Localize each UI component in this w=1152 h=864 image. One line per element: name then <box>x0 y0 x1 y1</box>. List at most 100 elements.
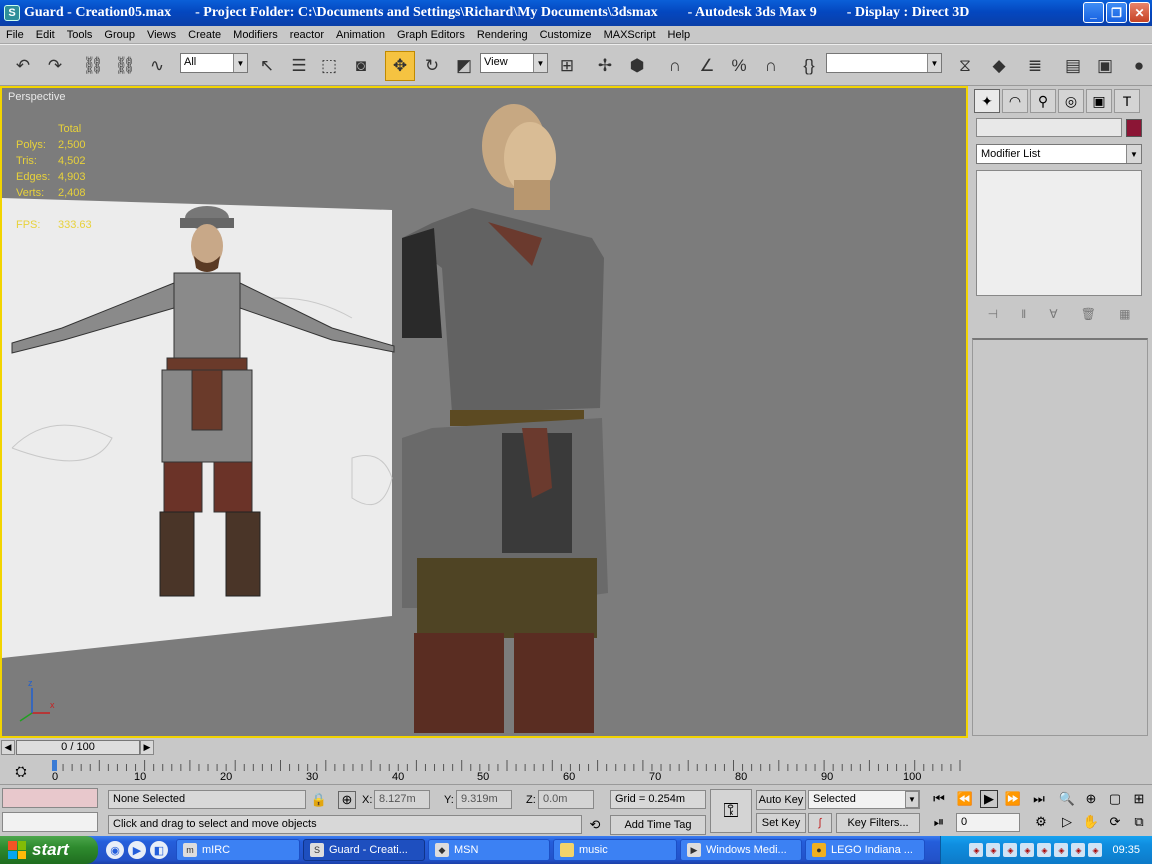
zoom-icon[interactable]: 🔍 <box>1058 790 1076 808</box>
menu-views[interactable]: Views <box>141 29 182 41</box>
track-bar[interactable]: ⛭ 0 10 20 30 40 50 60 70 80 90 100 <box>0 758 968 784</box>
start-button[interactable]: start <box>0 836 98 864</box>
go-to-end-icon[interactable]: ⏭ <box>1030 790 1048 808</box>
snaps-toggle-icon[interactable]: ∩ <box>660 51 690 81</box>
undo-icon[interactable]: ↶ <box>8 51 38 81</box>
play-icon[interactable]: ▶ <box>980 790 998 808</box>
menu-edit[interactable]: Edit <box>30 29 61 41</box>
unlink-selection-icon[interactable]: ⛓ <box>110 51 140 81</box>
menu-animation[interactable]: Animation <box>330 29 391 41</box>
tray-app-icon[interactable]: ◈ <box>1020 843 1035 857</box>
maximize-viewport-icon[interactable]: ⧉ <box>1130 813 1148 831</box>
show-end-result-icon[interactable]: ‖ <box>1021 307 1026 321</box>
auto-key-button[interactable]: Auto Key <box>756 790 806 810</box>
menu-customize[interactable]: Customize <box>534 29 598 41</box>
absolute-relative-toggle-icon[interactable]: ⊕ <box>338 791 356 809</box>
angle-snap-icon[interactable]: ∠ <box>692 51 722 81</box>
tray-app-icon[interactable]: ◈ <box>1054 843 1069 857</box>
tray-app-icon[interactable]: ◈ <box>1037 843 1052 857</box>
percent-snap-icon[interactable]: % <box>724 51 754 81</box>
tray-app-icon[interactable]: ◈ <box>1003 843 1018 857</box>
hierarchy-tab-icon[interactable]: ⚲ <box>1030 89 1056 113</box>
zoom-extents-icon[interactable]: ▢ <box>1106 790 1124 808</box>
named-selection-dropdown[interactable]: ▼ <box>826 53 942 73</box>
mirror-icon[interactable]: ⧖ <box>950 51 980 81</box>
menu-rendering[interactable]: Rendering <box>471 29 534 41</box>
select-and-rotate-icon[interactable]: ↻ <box>417 51 447 81</box>
keyboard-shortcut-override-icon[interactable]: ⬢ <box>622 51 652 81</box>
key-mode-toggle-icon[interactable]: ⏯ <box>930 813 948 831</box>
selection-filter-dropdown[interactable]: All ▼ <box>180 53 248 73</box>
viewport-label[interactable]: Perspective <box>8 91 65 103</box>
create-tab-icon[interactable]: ✦ <box>974 89 1000 113</box>
lock-selection-icon[interactable]: 🔒 <box>310 791 328 809</box>
firefox-icon[interactable]: ◉ <box>106 841 124 859</box>
go-to-start-icon[interactable]: ⏮ <box>930 790 948 808</box>
desktop-icon[interactable]: ◧ <box>150 841 168 859</box>
z-coord-field[interactable]: 0.0m <box>538 790 594 809</box>
field-of-view-icon[interactable]: ▷ <box>1058 813 1076 831</box>
pan-view-icon[interactable]: ✋ <box>1082 813 1100 831</box>
configure-modifier-sets-icon[interactable]: ▦ <box>1119 307 1130 321</box>
object-name-field[interactable] <box>976 118 1122 137</box>
menu-modifiers[interactable]: Modifiers <box>227 29 284 41</box>
restore-button[interactable]: ❐ <box>1106 2 1127 23</box>
make-unique-icon[interactable]: ∀ <box>1049 307 1057 321</box>
set-key-icon[interactable]: ⚿ <box>710 789 752 833</box>
previous-key-icon[interactable]: ⏪ <box>956 790 974 808</box>
select-by-name-icon[interactable]: ☰ <box>284 51 314 81</box>
tray-app-icon[interactable]: ◈ <box>1071 843 1086 857</box>
menu-graph-editors[interactable]: Graph Editors <box>391 29 471 41</box>
taskbar-item-windows-media[interactable]: ▶ Windows Medi... <box>680 839 802 861</box>
arc-rotate-icon[interactable]: ⟳ <box>1106 813 1124 831</box>
menu-create[interactable]: Create <box>182 29 227 41</box>
key-mode-dropdown-arrow-icon[interactable]: ▼ <box>905 791 919 808</box>
zoom-all-icon[interactable]: ⊕ <box>1082 790 1100 808</box>
minimize-button[interactable]: _ <box>1083 2 1104 23</box>
key-filters-button[interactable]: Key Filters... <box>836 813 920 833</box>
previous-frame-icon[interactable]: ◀ <box>1 740 15 755</box>
modifier-list-dropdown[interactable]: Modifier List ▼ <box>976 144 1142 164</box>
select-object-icon[interactable]: ↖ <box>252 51 282 81</box>
select-and-manipulate-icon[interactable]: ✢ <box>590 51 620 81</box>
motion-tab-icon[interactable]: ◎ <box>1058 89 1084 113</box>
align-icon[interactable]: ◆ <box>984 51 1014 81</box>
taskbar-item-3dsmax[interactable]: S Guard - Creati... <box>303 839 425 861</box>
time-slider-thumb[interactable]: 0 / 100 <box>16 740 140 755</box>
key-mode-dropdown[interactable]: Selected <box>808 790 920 809</box>
y-coord-field[interactable]: 9.319m <box>456 790 512 809</box>
mini-curve-editor-icon[interactable]: ⛭ <box>10 761 32 781</box>
select-and-scale-icon[interactable]: ◩ <box>449 51 479 81</box>
guard-3d-model[interactable] <box>402 104 608 733</box>
add-time-tag-button[interactable]: Add Time Tag <box>610 815 706 835</box>
zoom-extents-all-icon[interactable]: ⊞ <box>1130 790 1148 808</box>
bind-to-space-warp-icon[interactable]: ∿ <box>142 51 172 81</box>
next-key-icon[interactable]: ⏩ <box>1004 790 1022 808</box>
window-crossing-icon[interactable]: ◙ <box>346 51 376 81</box>
select-and-link-icon[interactable]: ⛓ <box>78 51 108 81</box>
default-in-out-tangent-icon[interactable]: ∫ <box>808 813 832 833</box>
pin-stack-icon[interactable]: ⊣ <box>988 307 998 321</box>
select-and-move-icon[interactable]: ✥ <box>385 51 415 81</box>
spinner-snap-icon[interactable]: ∩ <box>756 51 786 81</box>
media-icon[interactable]: ▶ <box>128 841 146 859</box>
menu-maxscript[interactable]: MAXScript <box>598 29 662 41</box>
utilities-tab-icon[interactable]: T <box>1114 89 1140 113</box>
rectangular-selection-icon[interactable]: ⬚ <box>314 51 344 81</box>
remove-modifier-icon[interactable]: 🗑 <box>1081 307 1096 321</box>
menu-group[interactable]: Group <box>98 29 141 41</box>
modifier-stack[interactable] <box>976 170 1142 296</box>
schematic-view-icon[interactable]: ▣ <box>1090 51 1120 81</box>
modify-tab-icon[interactable]: ◠ <box>1002 89 1028 113</box>
tray-app-icon[interactable]: ◈ <box>969 843 984 857</box>
x-coord-field[interactable]: 8.127m <box>374 790 430 809</box>
3ds-max-logo-icon[interactable]: S <box>4 5 20 21</box>
perspective-viewport[interactable]: x z Perspective Total Polys: 2,500 Tris: 4… <box>0 86 968 738</box>
menu-tools[interactable]: Tools <box>61 29 99 41</box>
time-configuration-icon[interactable]: ⚙ <box>1032 813 1050 831</box>
reference-coord-dropdown[interactable]: View ▼ <box>480 53 548 73</box>
time-tag-icon[interactable]: ⟲ <box>586 816 604 834</box>
layer-manager-icon[interactable]: ≣ <box>1020 51 1050 81</box>
maxscript-listener-mini[interactable] <box>2 788 98 808</box>
tray-app-icon[interactable]: ◈ <box>1088 843 1103 857</box>
